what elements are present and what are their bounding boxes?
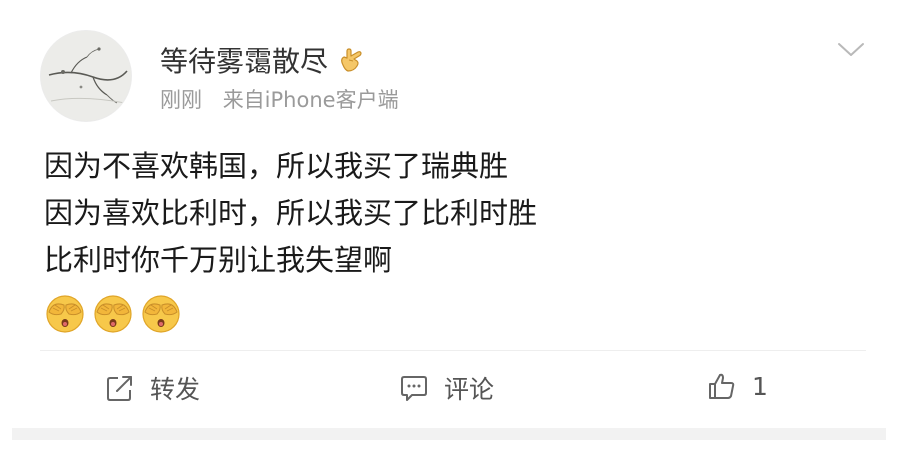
repost-icon [104, 372, 136, 404]
post-text-line: 比利时你千万别让我失望啊 [44, 243, 393, 277]
post-text-line: 因为喜欢比利时，所以我买了比利时胜 [44, 196, 538, 230]
see-no-evil-monkey-emoji [142, 295, 180, 333]
avatar-image [41, 31, 131, 121]
divider [40, 350, 866, 351]
post-content: 因为不喜欢韩国，所以我买了瑞典胜 因为喜欢比利时，所以我买了比利时胜 比利时你千… [44, 143, 864, 284]
hand-gesture-icon [336, 45, 366, 75]
post-meta: 刚刚 来自iPhone客户端 [160, 84, 399, 114]
see-no-evil-monkey-emoji [46, 295, 84, 333]
chevron-down-icon[interactable] [836, 40, 866, 60]
thumbs-up-icon [706, 370, 738, 402]
repost-button[interactable]: 转发 [104, 370, 200, 406]
like-button[interactable]: 1 [706, 370, 768, 402]
avatar[interactable] [40, 30, 132, 122]
username-row: 等待雾霭散尽 [160, 40, 366, 80]
post-time: 刚刚 [160, 88, 202, 112]
post-text-line: 因为不喜欢韩国，所以我买了瑞典胜 [44, 149, 509, 183]
see-no-evil-monkey-emoji [94, 295, 132, 333]
repost-label: 转发 [150, 375, 201, 404]
comment-icon [398, 372, 430, 404]
emoji-row [44, 292, 182, 334]
action-bar: 转发 评论 1 [0, 362, 898, 414]
post-source[interactable]: 来自iPhone客户端 [223, 88, 399, 112]
comment-button[interactable]: 评论 [398, 370, 494, 406]
like-count: 1 [752, 371, 768, 401]
username[interactable]: 等待雾霭散尽 [160, 40, 328, 80]
comment-label: 评论 [444, 375, 495, 404]
card-separator [12, 428, 886, 440]
weibo-post-card: 等待雾霭散尽 刚刚 来自iPhone客户端 因为不喜欢韩国，所以我买了瑞典胜 因… [0, 0, 898, 454]
